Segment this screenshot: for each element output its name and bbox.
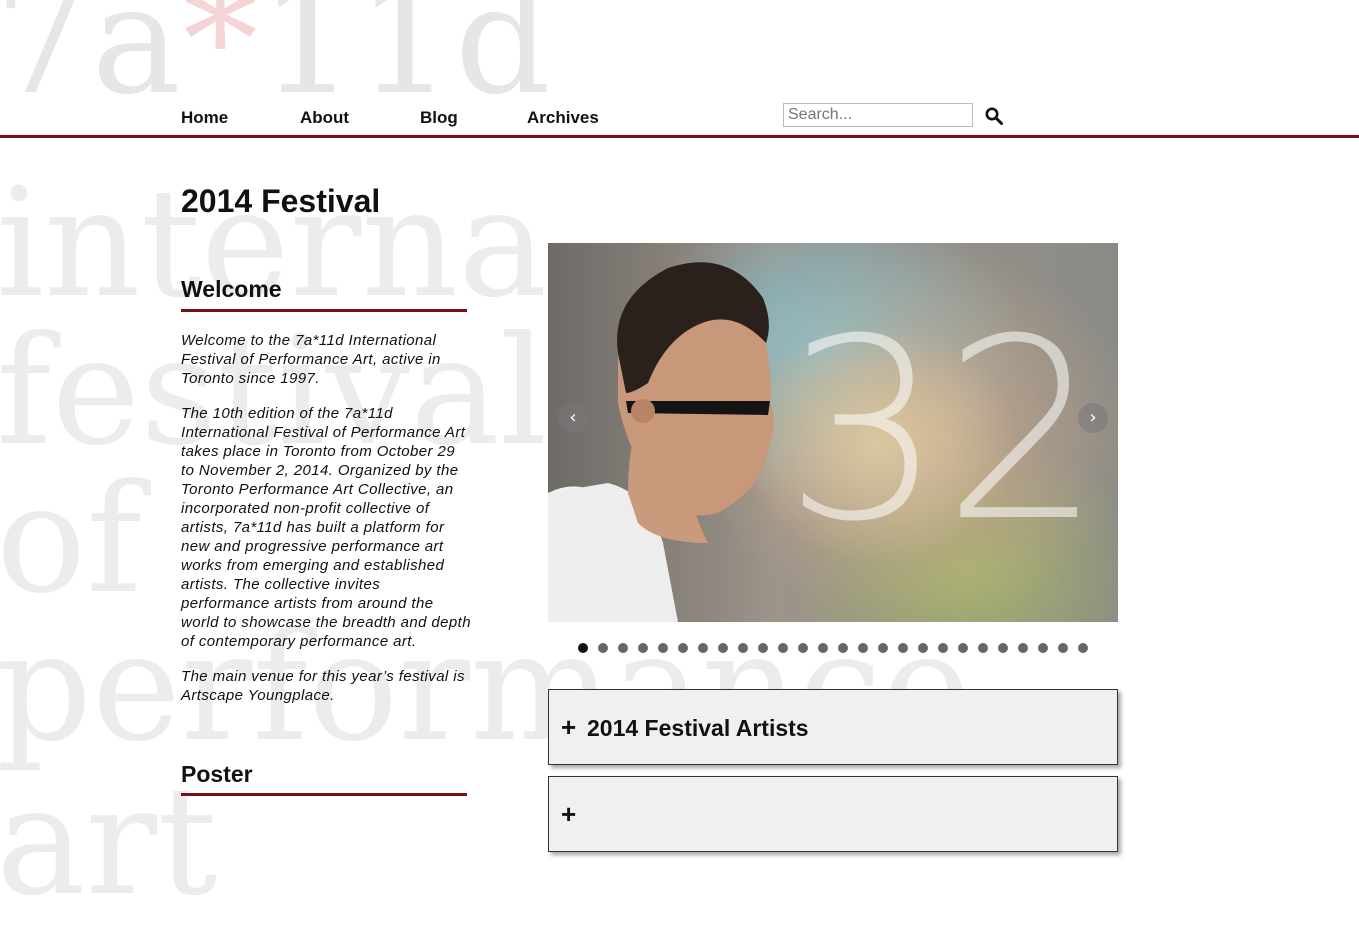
slider-dot[interactable] (938, 643, 948, 653)
nav-about[interactable]: About (300, 108, 420, 128)
slider-pagination (578, 643, 1098, 653)
slider-dot[interactable] (618, 643, 628, 653)
search-icon[interactable] (985, 107, 1003, 125)
slider-dot[interactable] (778, 643, 788, 653)
poster-divider (181, 793, 467, 796)
slider-dot[interactable] (958, 643, 968, 653)
expand-icon: + (561, 712, 577, 742)
slider-dot[interactable] (978, 643, 988, 653)
search-input[interactable] (783, 103, 973, 127)
accordion-label: 2014 Festival Artists (587, 715, 809, 741)
slider-dot[interactable] (818, 643, 828, 653)
slider-dot[interactable] (758, 643, 768, 653)
slider-dot[interactable] (998, 643, 1008, 653)
header-divider (0, 135, 1359, 138)
slider-dot[interactable] (598, 643, 608, 653)
accordion-festival-artists[interactable]: + 2014 Festival Artists (548, 689, 1118, 765)
slider-dot[interactable] (738, 643, 748, 653)
slider-dot[interactable] (638, 643, 648, 653)
slider-dot[interactable] (1058, 643, 1068, 653)
prev-slide-button[interactable]: ‹ (558, 403, 588, 433)
slider-dot[interactable] (1018, 643, 1028, 653)
slider-dot[interactable] (798, 643, 808, 653)
nav-blog[interactable]: Blog (420, 108, 527, 128)
welcome-paragraph: The 10th edition of the 7a*11d Internati… (181, 405, 471, 650)
slider-dot[interactable] (718, 643, 728, 653)
slider-dot[interactable] (578, 643, 588, 653)
performer-photo (548, 262, 774, 622)
page-title: 2014 Festival (181, 183, 381, 219)
welcome-text: Welcome to the 7a*11d International Fest… (181, 331, 471, 721)
nav-archives[interactable]: Archives (527, 108, 617, 128)
expand-icon: + (561, 799, 577, 829)
slider-dot[interactable] (698, 643, 708, 653)
accordion-item[interactable]: + (548, 776, 1118, 852)
slider-dot[interactable] (838, 643, 848, 653)
slider-dot[interactable] (918, 643, 928, 653)
welcome-paragraph: The main venue for this year’s festival … (181, 668, 465, 704)
image-slider[interactable]: 32 ‹ › (548, 243, 1118, 622)
slider-dot[interactable] (658, 643, 668, 653)
poster-heading: Poster (181, 761, 253, 787)
logo-watermark: 7a*11d (0, 0, 553, 128)
welcome-heading: Welcome (181, 276, 282, 302)
nav-home[interactable]: Home (181, 108, 300, 128)
welcome-paragraph: Welcome to the 7a*11d International Fest… (181, 332, 441, 387)
slider-dot[interactable] (1078, 643, 1088, 653)
slider-dot[interactable] (858, 643, 868, 653)
slider-dot[interactable] (898, 643, 908, 653)
slider-dot[interactable] (1038, 643, 1048, 653)
next-slide-button[interactable]: › (1078, 403, 1108, 433)
slider-dot[interactable] (878, 643, 888, 653)
welcome-divider (181, 309, 467, 312)
main-nav: Home About Blog Archives (181, 108, 617, 128)
slider-dot[interactable] (678, 643, 688, 653)
